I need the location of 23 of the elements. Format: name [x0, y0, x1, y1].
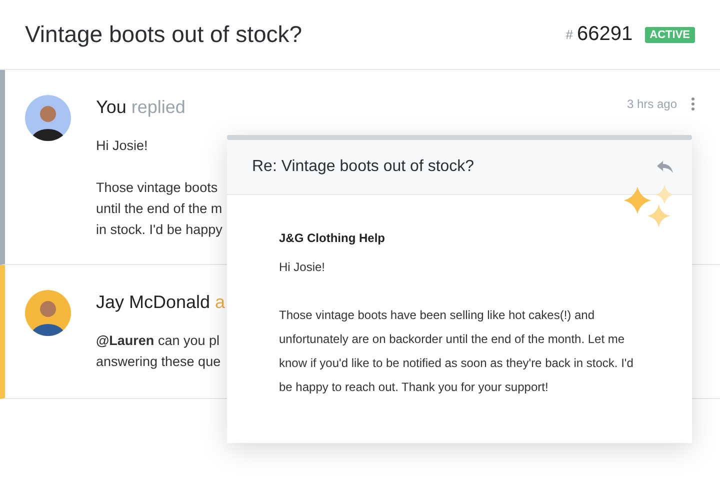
ticket-title: Vintage boots out of stock? — [25, 21, 302, 48]
email-greeting: Hi Josie! — [279, 259, 326, 276]
reply-arrow-icon[interactable] — [656, 160, 674, 174]
message-line: in stock. I'd be happy — [96, 221, 222, 239]
message-line: Those vintage boots — [96, 179, 218, 197]
action-text: a — [215, 292, 226, 313]
timestamp: 3 hrs ago — [626, 97, 677, 111]
status-badge: ACTIVE — [644, 26, 695, 42]
sender-name: J&G Clothing Help — [279, 231, 385, 245]
message-line: @Lauren can you pl — [96, 332, 220, 350]
author-name: Jay McDonald — [96, 292, 210, 313]
hash-sign: # — [566, 27, 574, 42]
message-line: until the end of the m — [96, 200, 222, 218]
action-text: replied — [131, 97, 186, 118]
ticket-number: 66291 — [577, 23, 633, 46]
message-line: answering these que — [96, 353, 221, 371]
more-icon[interactable] — [691, 97, 695, 111]
email-body: Those vintage boots have been selling like hot cakes(!) and unfortunately are on backorder until the end of the month. Let me know if you'd like to be notified as soon as they're back in stock. I'd be happy to reach out. Thank you for your support! — [279, 307, 634, 396]
author-name: You — [96, 97, 126, 118]
message-line: Hi Josie! — [96, 137, 148, 155]
avatar-icon — [25, 95, 71, 141]
avatar-icon — [25, 290, 71, 336]
email-subject: Re: Vintage boots out of stock? — [252, 158, 474, 176]
